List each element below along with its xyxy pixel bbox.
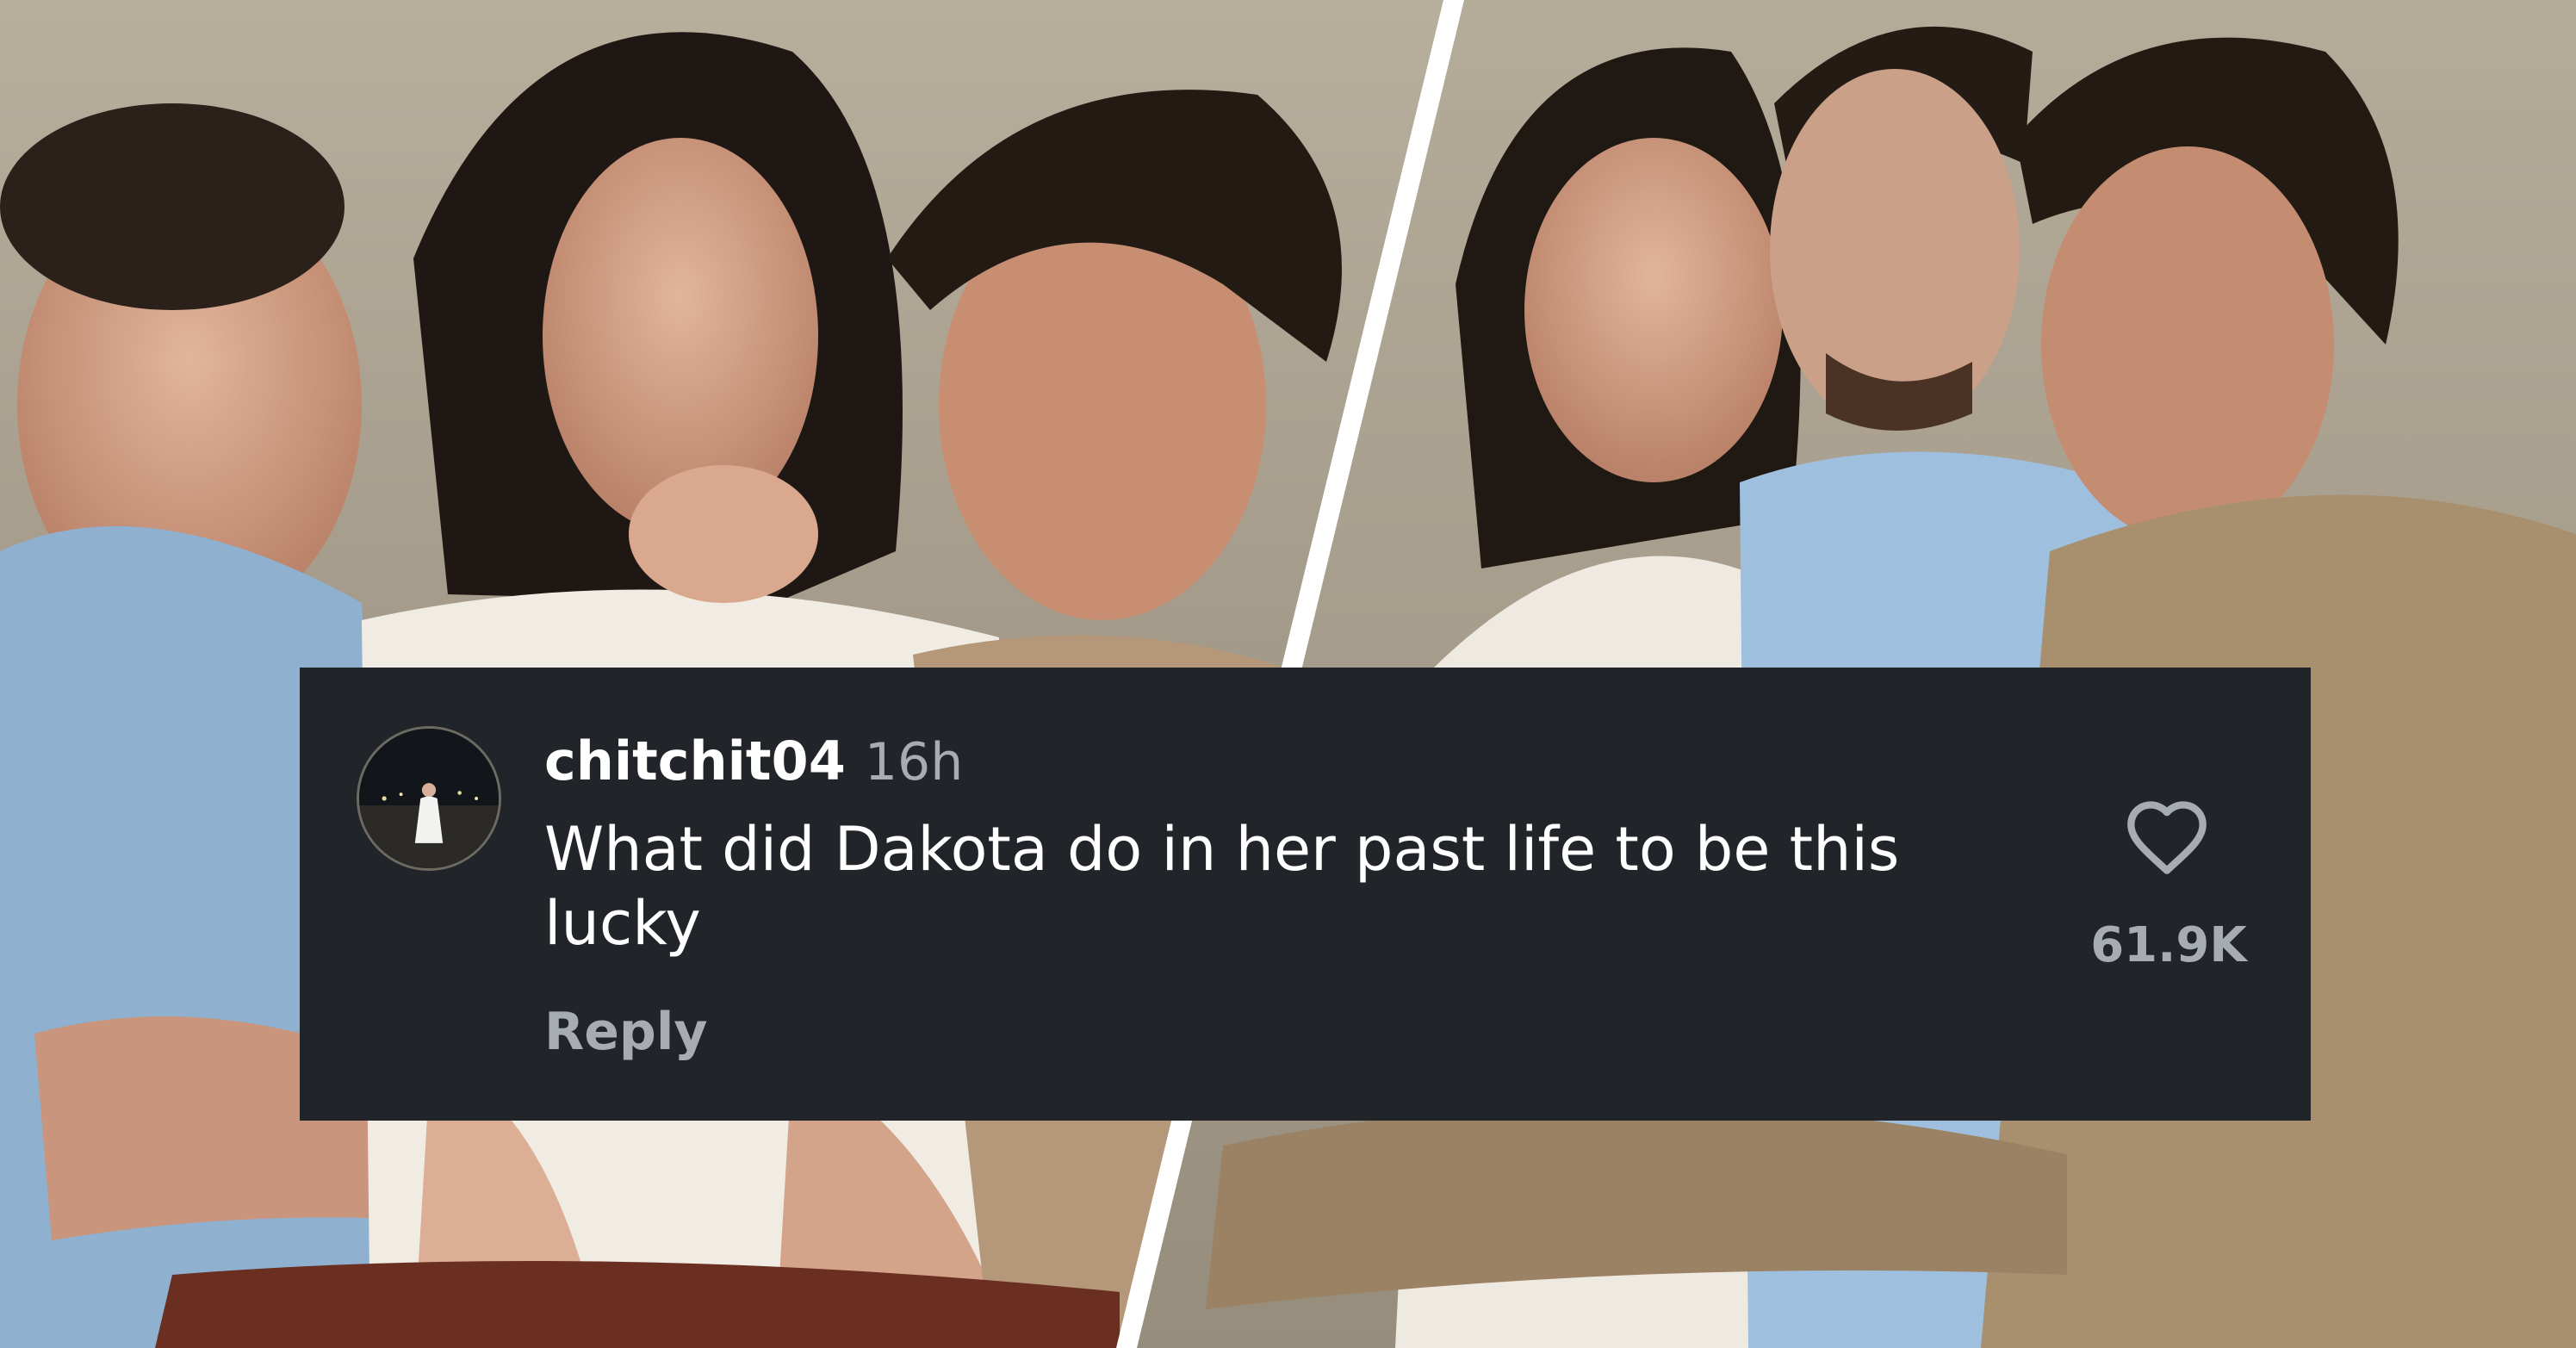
like-button[interactable] (2124, 797, 2210, 878)
comment-card: chitchit04 16h What did Dakota do in her… (300, 668, 2311, 1121)
reply-button[interactable]: Reply (544, 1002, 708, 1062)
comment-header: chitchit04 16h (544, 730, 963, 798)
like-count: 61.9K (2090, 917, 2247, 973)
user-avatar[interactable] (357, 726, 501, 871)
heart-outline-icon (2127, 801, 2207, 874)
avatar-photo (359, 729, 499, 868)
comment-username[interactable]: chitchit04 (544, 730, 846, 792)
comment-text: What did Dakota do in her past life to b… (544, 814, 1900, 959)
comment-timestamp: 16h (864, 732, 964, 792)
